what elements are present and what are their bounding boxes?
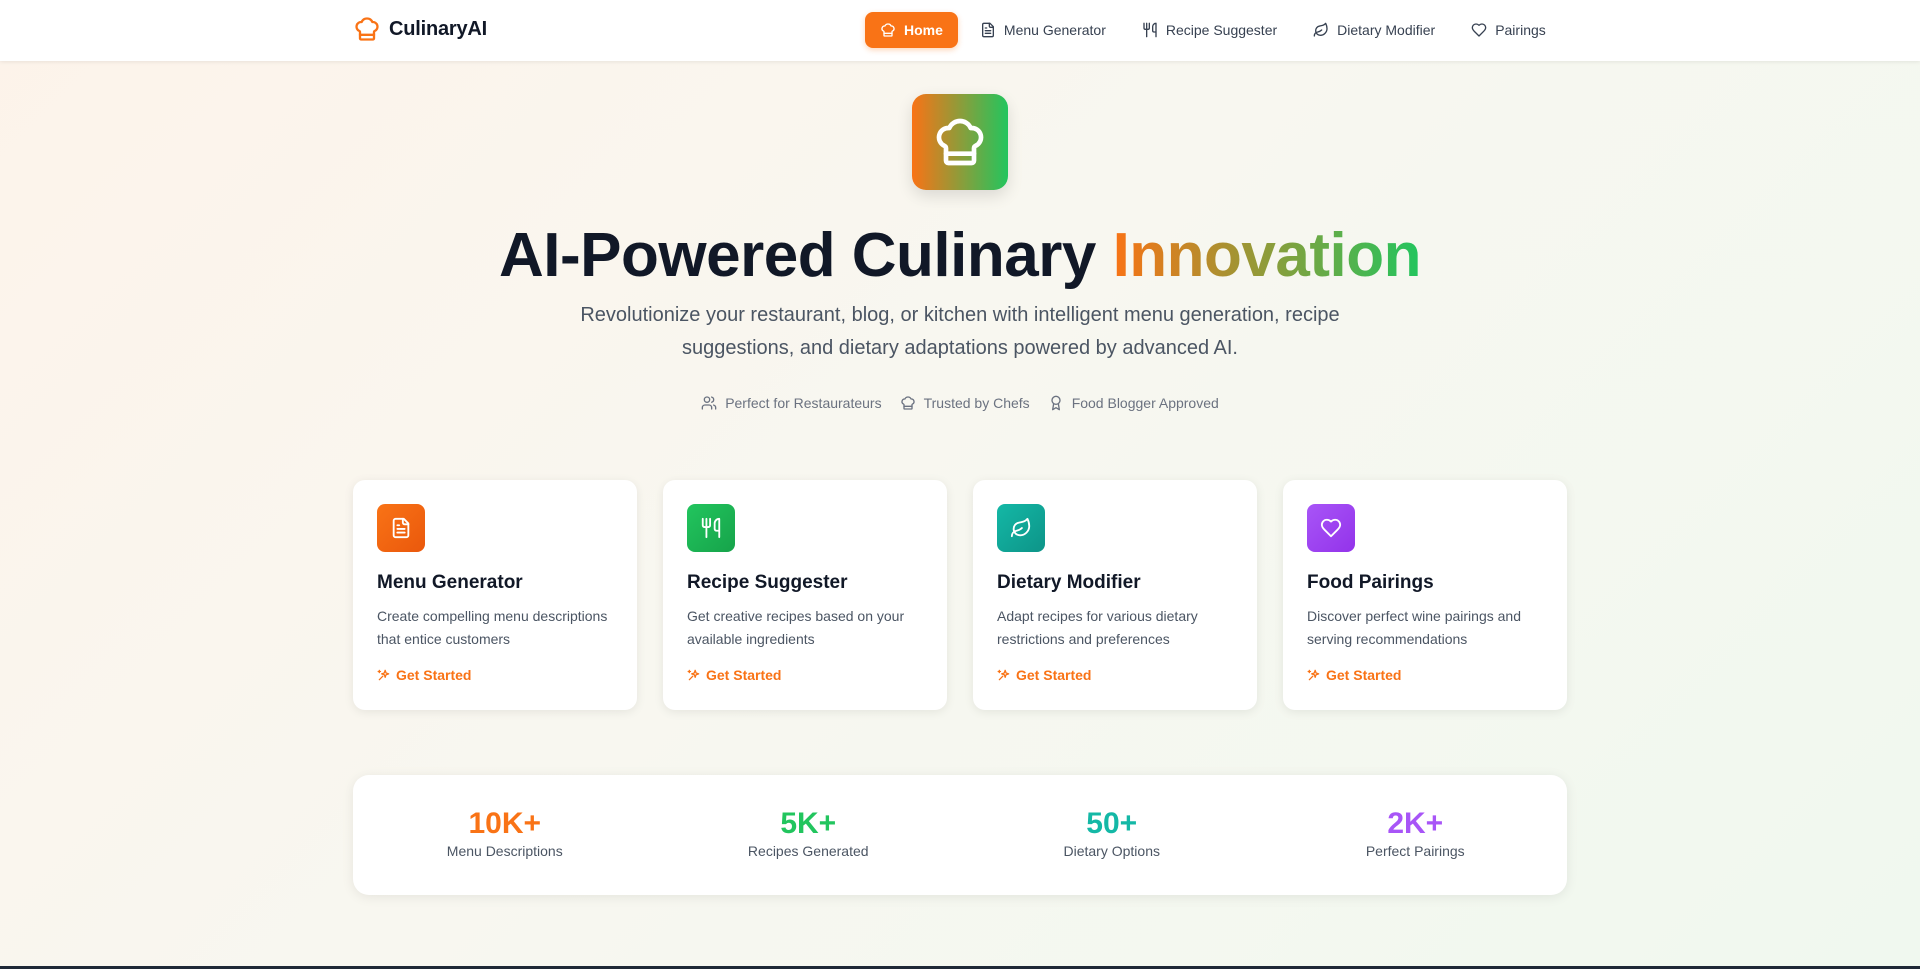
leaf-icon <box>1313 22 1328 37</box>
card-description: Adapt recipes for various dietary restri… <box>997 608 1198 647</box>
sparkles-icon <box>997 669 1010 681</box>
badge-restaurateurs: Perfect for Restaurateurs <box>701 395 882 411</box>
feature-card-food-pairings[interactable]: Food Pairings Discover perfect wine pair… <box>1283 480 1567 710</box>
feature-cards: Menu Generator Create compelling menu de… <box>353 480 1567 710</box>
nav-item-label: Menu Generator <box>1003 22 1106 38</box>
card-description: Discover perfect wine pairings and servi… <box>1307 608 1521 647</box>
nav-links: Home Menu Generator Recipe Suggester Die… <box>865 12 1569 48</box>
hero-title-main: AI-Powered Culinary <box>499 221 1113 290</box>
brand-name: CulinaryAI <box>389 17 488 40</box>
feature-card-menu-generator[interactable]: Menu Generator Create compelling menu de… <box>353 480 637 710</box>
cta-label: Get Started <box>396 667 472 683</box>
sparkles-icon <box>687 669 700 681</box>
stat-dietary-options: 50+ Dietary Options <box>960 775 1264 895</box>
card-icon-box <box>687 504 735 552</box>
nav-item-pairings[interactable]: Pairings <box>1458 12 1559 48</box>
award-icon <box>1051 395 1061 411</box>
document-icon <box>981 22 994 38</box>
card-icon-box <box>997 504 1045 552</box>
stat-value: 2K+ <box>1387 807 1444 840</box>
top-navbar: CulinaryAI Home Menu Generator Recipe Su… <box>0 0 1920 61</box>
stat-perfect-pairings: 2K+ Perfect Pairings <box>1264 775 1568 895</box>
get-started-link[interactable]: Get Started <box>1307 667 1401 683</box>
card-icon-box <box>1307 504 1355 552</box>
stat-label: Dietary Options <box>1063 843 1160 859</box>
heart-icon <box>1320 518 1342 538</box>
card-icon-box <box>377 504 425 552</box>
stats-panel: 10K+ Menu Descriptions 5K+ Recipes Gener… <box>353 775 1567 895</box>
stat-menu-descriptions: 10K+ Menu Descriptions <box>353 775 657 895</box>
trust-badges: Perfect for Restaurateurs Trusted by Che… <box>0 395 1920 411</box>
cta-label: Get Started <box>1016 667 1092 683</box>
nav-item-menu-generator[interactable]: Menu Generator <box>967 12 1119 48</box>
badge-bloggers: Food Blogger Approved <box>1048 395 1219 411</box>
brand-logo[interactable]: CulinaryAI <box>353 15 487 43</box>
get-started-link[interactable]: Get Started <box>687 667 781 683</box>
cta-label: Get Started <box>706 667 782 683</box>
card-description: Get creative recipes based on your avail… <box>687 608 905 647</box>
nav-item-label: Dietary Modifier <box>1337 22 1436 38</box>
stat-recipes-generated: 5K+ Recipes Generated <box>657 775 961 895</box>
stat-label: Menu Descriptions <box>446 843 563 859</box>
badge-label: Perfect for Restaurateurs <box>725 395 882 411</box>
hero-subtitle: Revolutionize your restaurant, blog, or … <box>580 304 1340 359</box>
heart-icon <box>1471 23 1487 37</box>
nav-item-dietary-modifier[interactable]: Dietary Modifier <box>1300 12 1448 48</box>
cta-label: Get Started <box>1326 667 1402 683</box>
hero-title: AI-Powered Culinary Innovation <box>0 220 1920 291</box>
feature-card-dietary-modifier[interactable]: Dietary Modifier Adapt recipes for vario… <box>973 480 1257 710</box>
hero-logo <box>912 94 1008 190</box>
chef-hat-icon <box>353 15 381 43</box>
document-icon <box>392 517 410 539</box>
badge-label: Food Blogger Approved <box>1071 395 1219 411</box>
sparkles-icon <box>377 669 390 681</box>
sparkles-icon <box>1307 669 1320 681</box>
badge-chefs: Trusted by Chefs <box>900 395 1030 411</box>
leaf-icon <box>1010 517 1031 538</box>
get-started-link[interactable]: Get Started <box>997 667 1091 683</box>
get-started-link[interactable]: Get Started <box>377 667 471 683</box>
utensils-icon <box>701 517 721 539</box>
nav-item-label: Home <box>904 22 943 38</box>
nav-item-recipe-suggester[interactable]: Recipe Suggester <box>1129 12 1290 48</box>
chef-hat-icon <box>900 396 915 410</box>
stat-value: 50+ <box>1086 807 1138 840</box>
card-title: Menu Generator <box>377 572 523 593</box>
stat-label: Recipes Generated <box>747 843 869 859</box>
nav-item-label: Recipe Suggester <box>1165 22 1278 38</box>
badge-label: Trusted by Chefs <box>923 395 1030 411</box>
chef-hat-icon <box>881 23 895 37</box>
stat-value: 10K+ <box>468 807 542 840</box>
card-title: Food Pairings <box>1307 572 1434 593</box>
nav-item-label: Pairings <box>1495 22 1546 38</box>
feature-card-recipe-suggester[interactable]: Recipe Suggester Get creative recipes ba… <box>663 480 947 710</box>
card-title: Dietary Modifier <box>997 572 1141 593</box>
card-description: Create compelling menu descriptions that… <box>377 608 608 647</box>
stat-label: Perfect Pairings <box>1365 843 1465 859</box>
nav-item-home[interactable]: Home <box>865 12 958 48</box>
hero-title-accent: Innovation <box>1112 221 1422 290</box>
stat-value: 5K+ <box>780 807 837 840</box>
card-title: Recipe Suggester <box>687 572 848 593</box>
chef-hat-icon <box>936 118 984 166</box>
utensils-icon <box>1143 22 1157 38</box>
users-icon <box>701 396 717 410</box>
